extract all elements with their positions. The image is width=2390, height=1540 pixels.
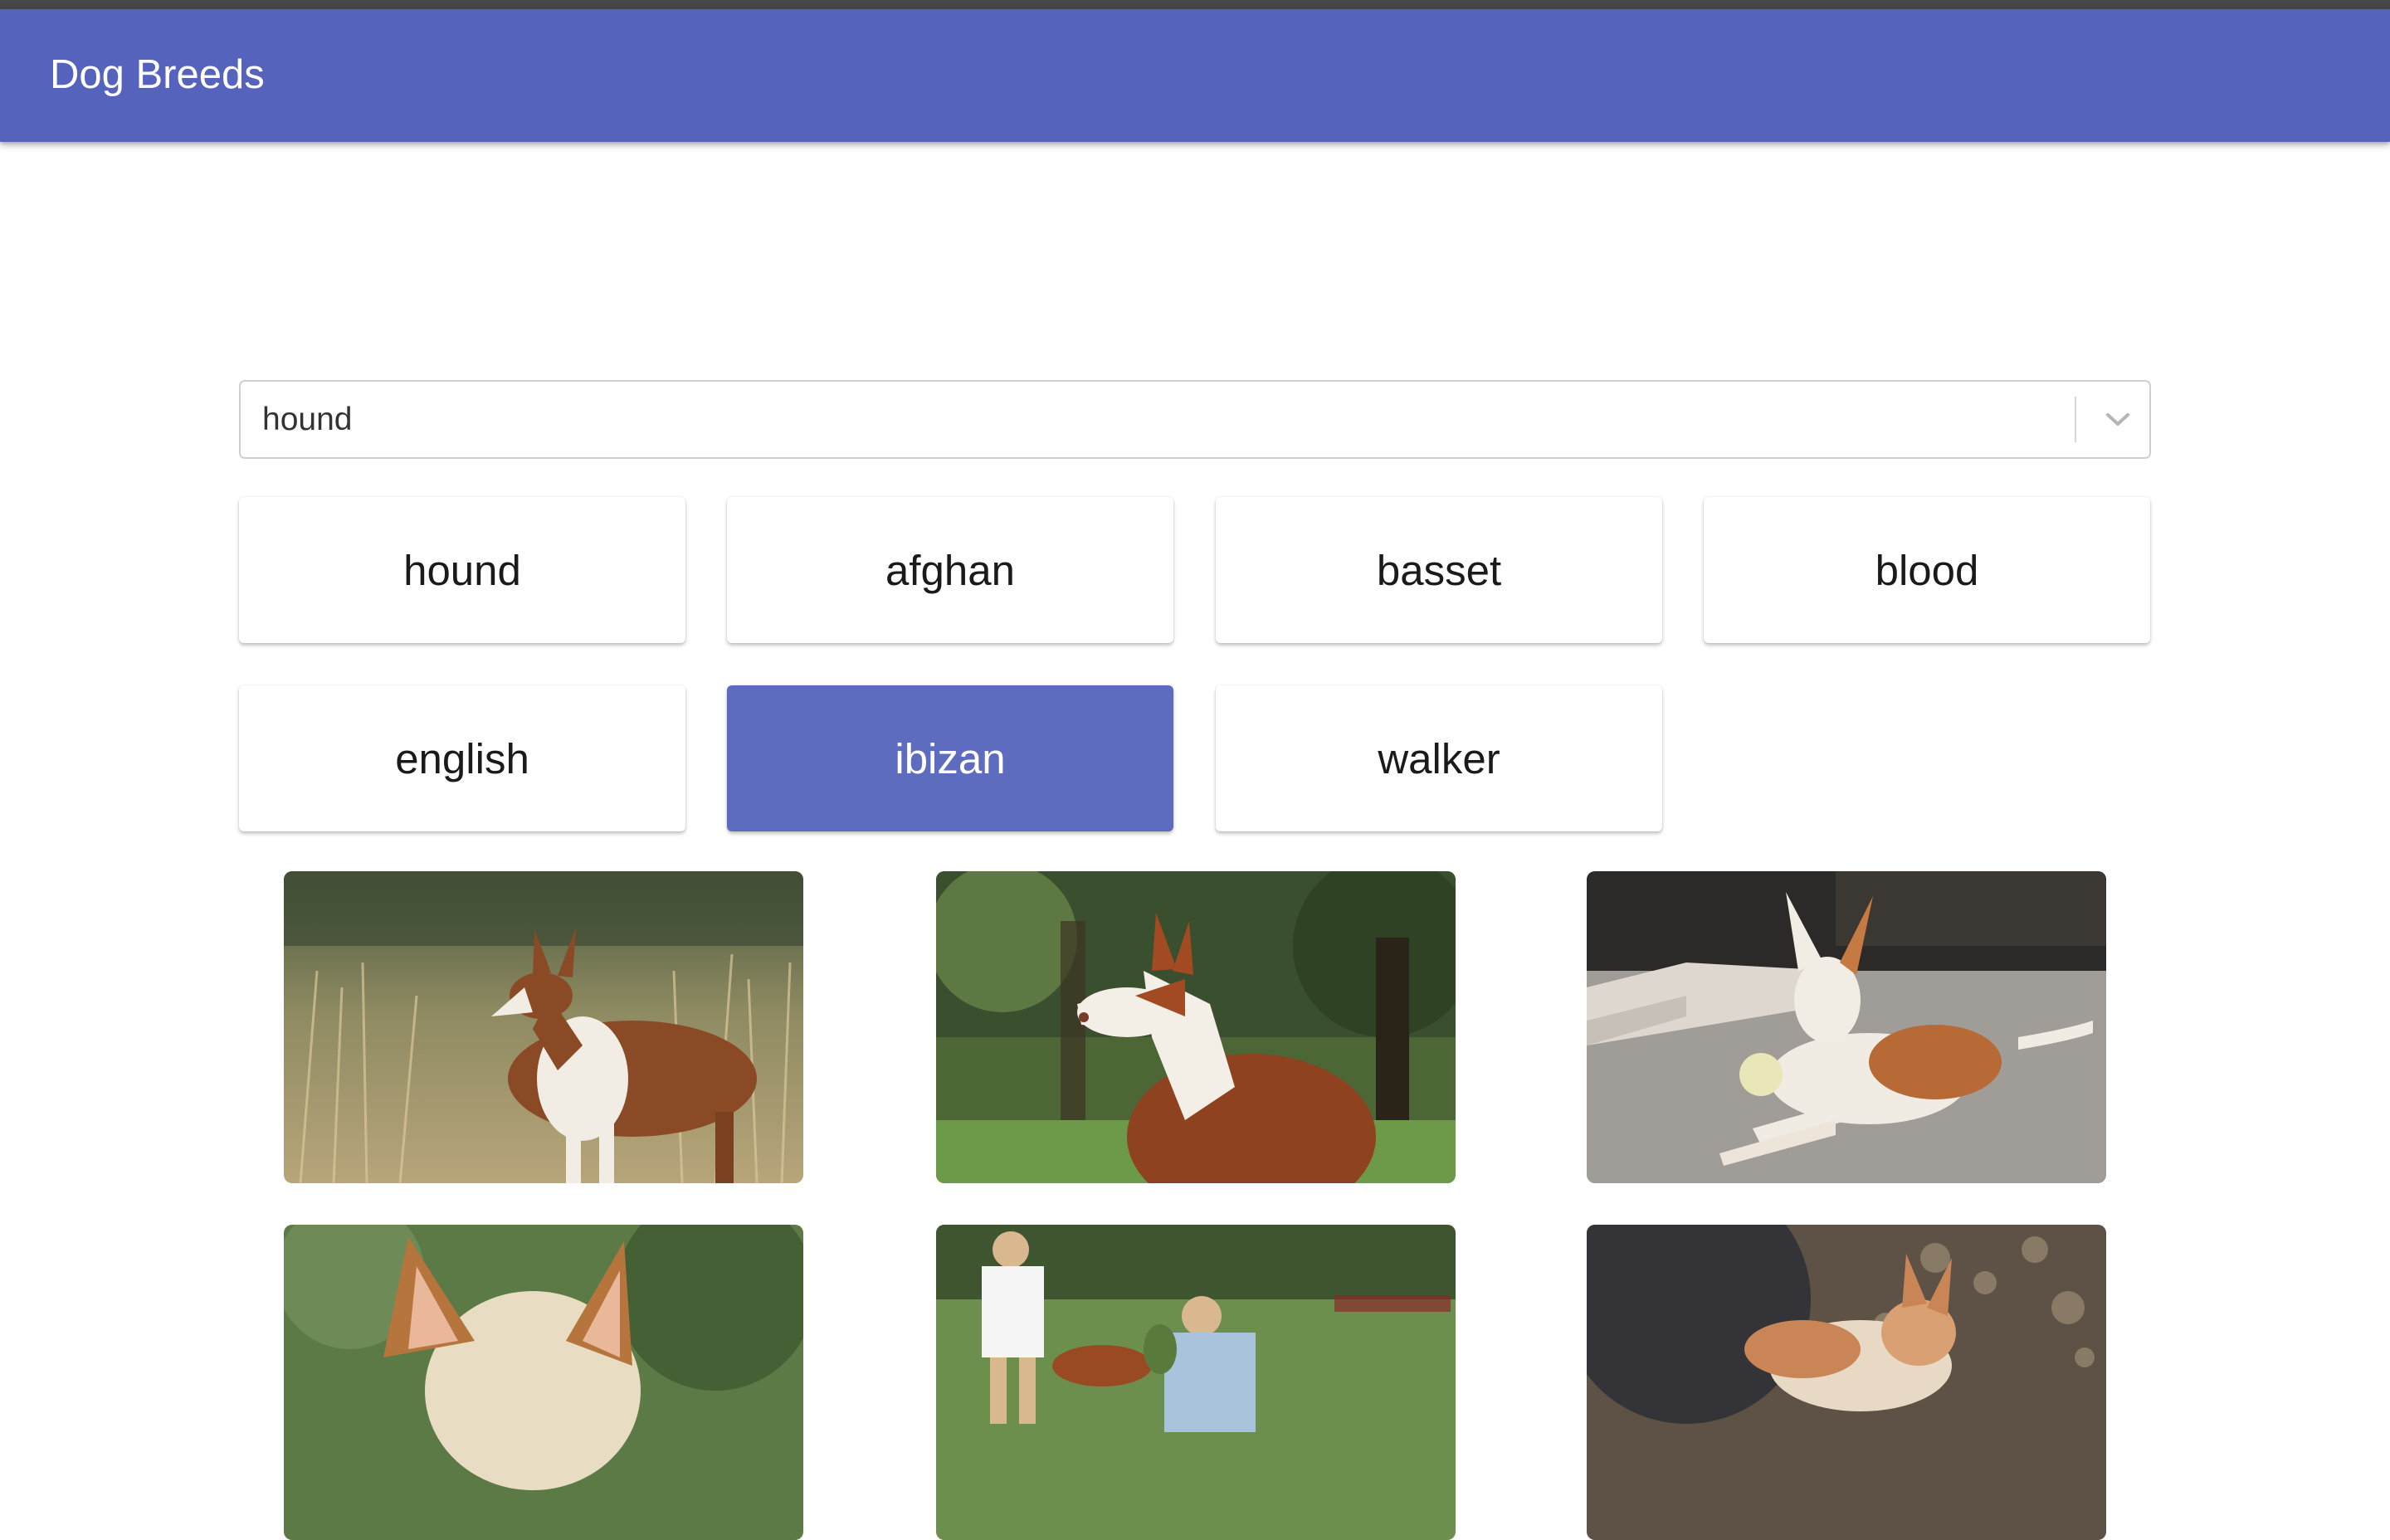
chip-label: ibizan: [895, 734, 1006, 782]
chip-label: hound: [403, 546, 521, 594]
app-bar: Dog Breeds: [0, 9, 2390, 142]
dog-photo: [1587, 871, 2106, 1183]
chip-label: basset: [1376, 546, 1502, 594]
sub-breed-chip-ibizan[interactable]: ibizan: [727, 685, 1173, 831]
sub-breed-chip-walker[interactable]: walker: [1216, 685, 1662, 831]
sub-breed-chip-english[interactable]: english: [239, 685, 685, 831]
sub-breed-chip-basset[interactable]: basset: [1216, 497, 1662, 643]
app-title: Dog Breeds: [50, 52, 265, 97]
chip-label: blood: [1875, 546, 1979, 594]
dog-photo: [284, 871, 803, 1183]
chip-label: english: [395, 734, 529, 782]
dog-photo: [284, 1225, 803, 1540]
sub-breed-chip-hound[interactable]: hound: [239, 497, 685, 643]
chip-label: walker: [1378, 734, 1500, 782]
dog-photo: [1587, 1225, 2106, 1540]
sub-breed-chip-afghan[interactable]: afghan: [727, 497, 1173, 643]
dog-photo: [936, 1225, 1456, 1540]
sub-breed-chip-blood[interactable]: blood: [1704, 497, 2150, 643]
chip-label: afghan: [885, 546, 1015, 594]
dog-photo: [936, 871, 1456, 1183]
